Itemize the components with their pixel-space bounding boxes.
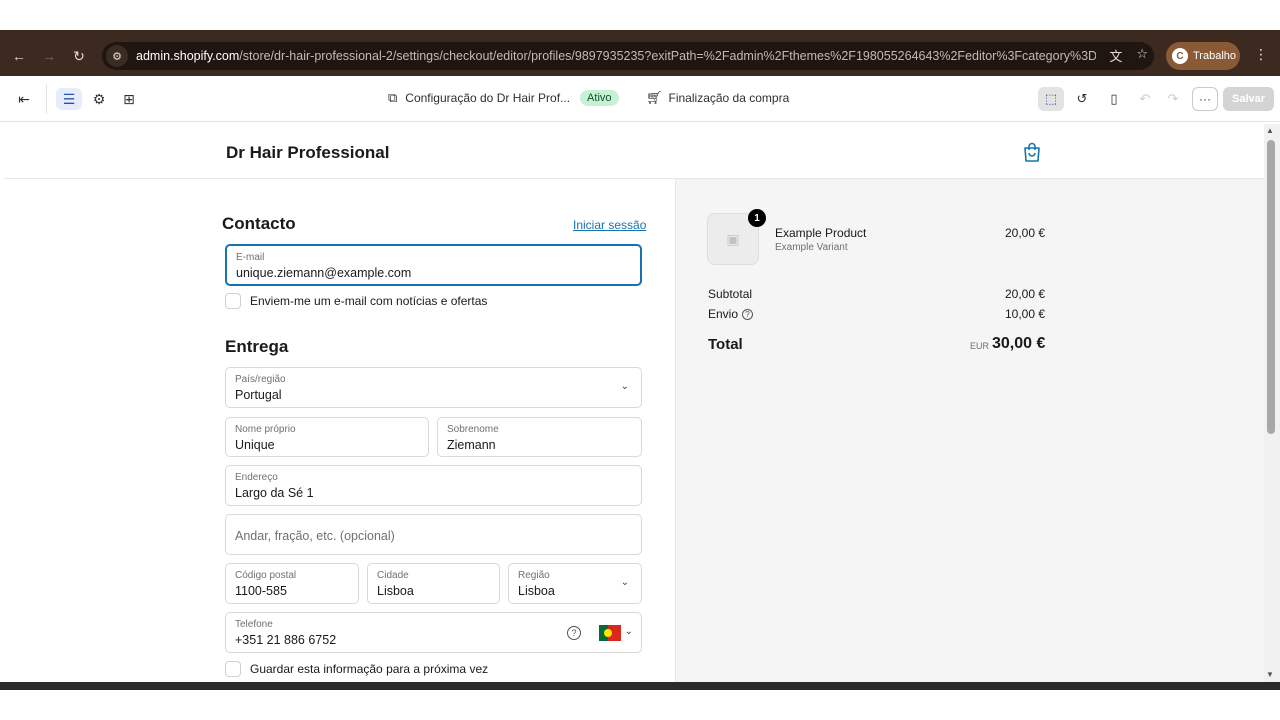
page-label: Finalização da compra <box>668 91 790 105</box>
redo-icon[interactable]: ↷ <box>1160 87 1186 111</box>
order-summary-pane <box>675 179 1264 682</box>
country-select[interactable]: País/região Portugal ⌄ <box>225 367 642 408</box>
top-margin <box>0 0 1280 30</box>
subtotal-label: Subtotal <box>708 287 753 301</box>
image-icon: ▣ <box>726 230 740 247</box>
first-name-field[interactable]: Nome próprio Unique <box>225 417 429 457</box>
region-select[interactable]: Região Lisboa ⌄ <box>508 563 642 604</box>
cart-icon: 🛒︎ <box>646 90 663 105</box>
mobile-view-icon[interactable]: ▯ <box>1101 87 1127 111</box>
quantity-badge: 1 <box>748 209 766 227</box>
delivery-title: Entrega <box>225 337 289 356</box>
newsletter-checkbox[interactable] <box>225 293 241 309</box>
settings-gear-icon[interactable]: ⚙ <box>86 88 112 110</box>
shipping-label-row: Envio ? <box>708 307 754 321</box>
inspector-icon[interactable]: ⬚ <box>1038 87 1064 111</box>
apps-icon[interactable]: ⊞ <box>116 88 142 110</box>
translate-icon[interactable]: 文 <box>1109 46 1122 65</box>
config-label: Configuração do Dr Hair Prof... <box>405 91 571 105</box>
portugal-flag-icon[interactable] <box>599 625 621 641</box>
variant-name: Example Variant <box>775 242 848 253</box>
total-value: 30,00 € <box>992 335 1046 352</box>
address-field[interactable]: Endereço Largo da Sé 1 <box>225 465 642 506</box>
help-circle-icon[interactable]: ? <box>567 626 581 640</box>
checkout-config-icon: ⧉ <box>388 90 398 105</box>
contact-title: Contacto <box>222 214 296 233</box>
exit-icon[interactable]: ⇤ <box>11 88 37 110</box>
scroll-up-icon[interactable]: ▲ <box>1266 126 1274 135</box>
back-icon[interactable]: ← <box>8 45 30 67</box>
email-field[interactable]: E-mail unique.ziemann@example.com <box>225 244 642 286</box>
currency-code: EUR <box>970 341 990 351</box>
bookmark-star-icon[interactable]: ☆ <box>1136 46 1148 65</box>
product-name: Example Product <box>775 226 867 240</box>
newsletter-checkbox-row[interactable]: Enviem-me um e-mail com notícias e ofert… <box>225 293 487 309</box>
subtotal-value: 20,00 € <box>1005 287 1046 301</box>
store-header: Dr Hair Professional <box>4 124 1264 179</box>
shipping-value: 10,00 € <box>1005 307 1046 321</box>
browser-toolbar: ← → ↻ ⚙ admin.shopify.com/store/dr-hair-… <box>0 36 1280 76</box>
chevron-down-icon: ⌄ <box>620 577 629 588</box>
reload-icon[interactable]: ↻ <box>68 45 90 67</box>
save-info-checkbox[interactable] <box>225 661 241 677</box>
save-button[interactable]: Salvar <box>1223 87 1274 111</box>
toolbar-divider <box>46 84 47 114</box>
shipping-label: Envio <box>708 307 739 321</box>
address2-field[interactable]: Andar, fração, etc. (opcional) <box>225 514 642 555</box>
site-settings-icon[interactable]: ⚙ <box>106 45 128 67</box>
city-field[interactable]: Cidade Lisboa <box>367 563 500 604</box>
browser-menu-icon[interactable]: ⋮ <box>1254 46 1268 63</box>
page-selector[interactable]: 🛒︎ Finalização da compra <box>646 90 789 106</box>
bottom-frame <box>0 682 1280 690</box>
profile-name: Trabalho <box>1193 50 1237 62</box>
avatar: C <box>1172 48 1188 64</box>
store-name: Dr Hair Professional <box>226 143 390 162</box>
phone-field[interactable]: Telefone +351 21 886 6752 ? ⌄ <box>225 612 642 653</box>
postal-code-field[interactable]: Código postal 1100-585 <box>225 563 359 604</box>
scrollbar-thumb[interactable] <box>1267 140 1275 434</box>
help-circle-icon[interactable]: ? <box>742 308 754 320</box>
forward-icon[interactable]: → <box>38 45 60 67</box>
total-label: Total <box>708 336 743 353</box>
login-link[interactable]: Iniciar sessão <box>573 218 646 232</box>
config-selector[interactable]: ⧉ Configuração do Dr Hair Prof... Ativo <box>388 90 619 106</box>
shopping-bag-icon[interactable] <box>1023 142 1041 162</box>
status-badge: Ativo <box>580 90 619 106</box>
profile-button[interactable]: C Trabalho <box>1166 42 1240 70</box>
scroll-down-icon[interactable]: ▼ <box>1266 670 1274 679</box>
preview-refresh-icon[interactable]: ↺ <box>1069 87 1095 111</box>
editor-toolbar: ⇤ ☰ ⚙ ⊞ ⧉ Configuração do Dr Hair Prof..… <box>0 76 1280 122</box>
save-info-checkbox-row[interactable]: Guardar esta informação para a próxima v… <box>225 661 488 677</box>
sections-icon[interactable]: ☰ <box>56 88 82 110</box>
chevron-down-icon: ⌄ <box>624 626 633 637</box>
undo-icon[interactable]: ↶ <box>1132 87 1158 111</box>
chevron-down-icon: ⌄ <box>620 381 629 392</box>
bottom-margin <box>0 690 1280 720</box>
last-name-field[interactable]: Sobrenome Ziemann <box>437 417 642 457</box>
product-price: 20,00 € <box>1005 226 1046 240</box>
more-actions-button[interactable]: ··· <box>1192 87 1218 111</box>
url-text[interactable]: admin.shopify.com/store/dr-hair-professi… <box>136 49 1096 63</box>
address-bar[interactable]: ⚙ admin.shopify.com/store/dr-hair-profes… <box>102 42 1154 70</box>
